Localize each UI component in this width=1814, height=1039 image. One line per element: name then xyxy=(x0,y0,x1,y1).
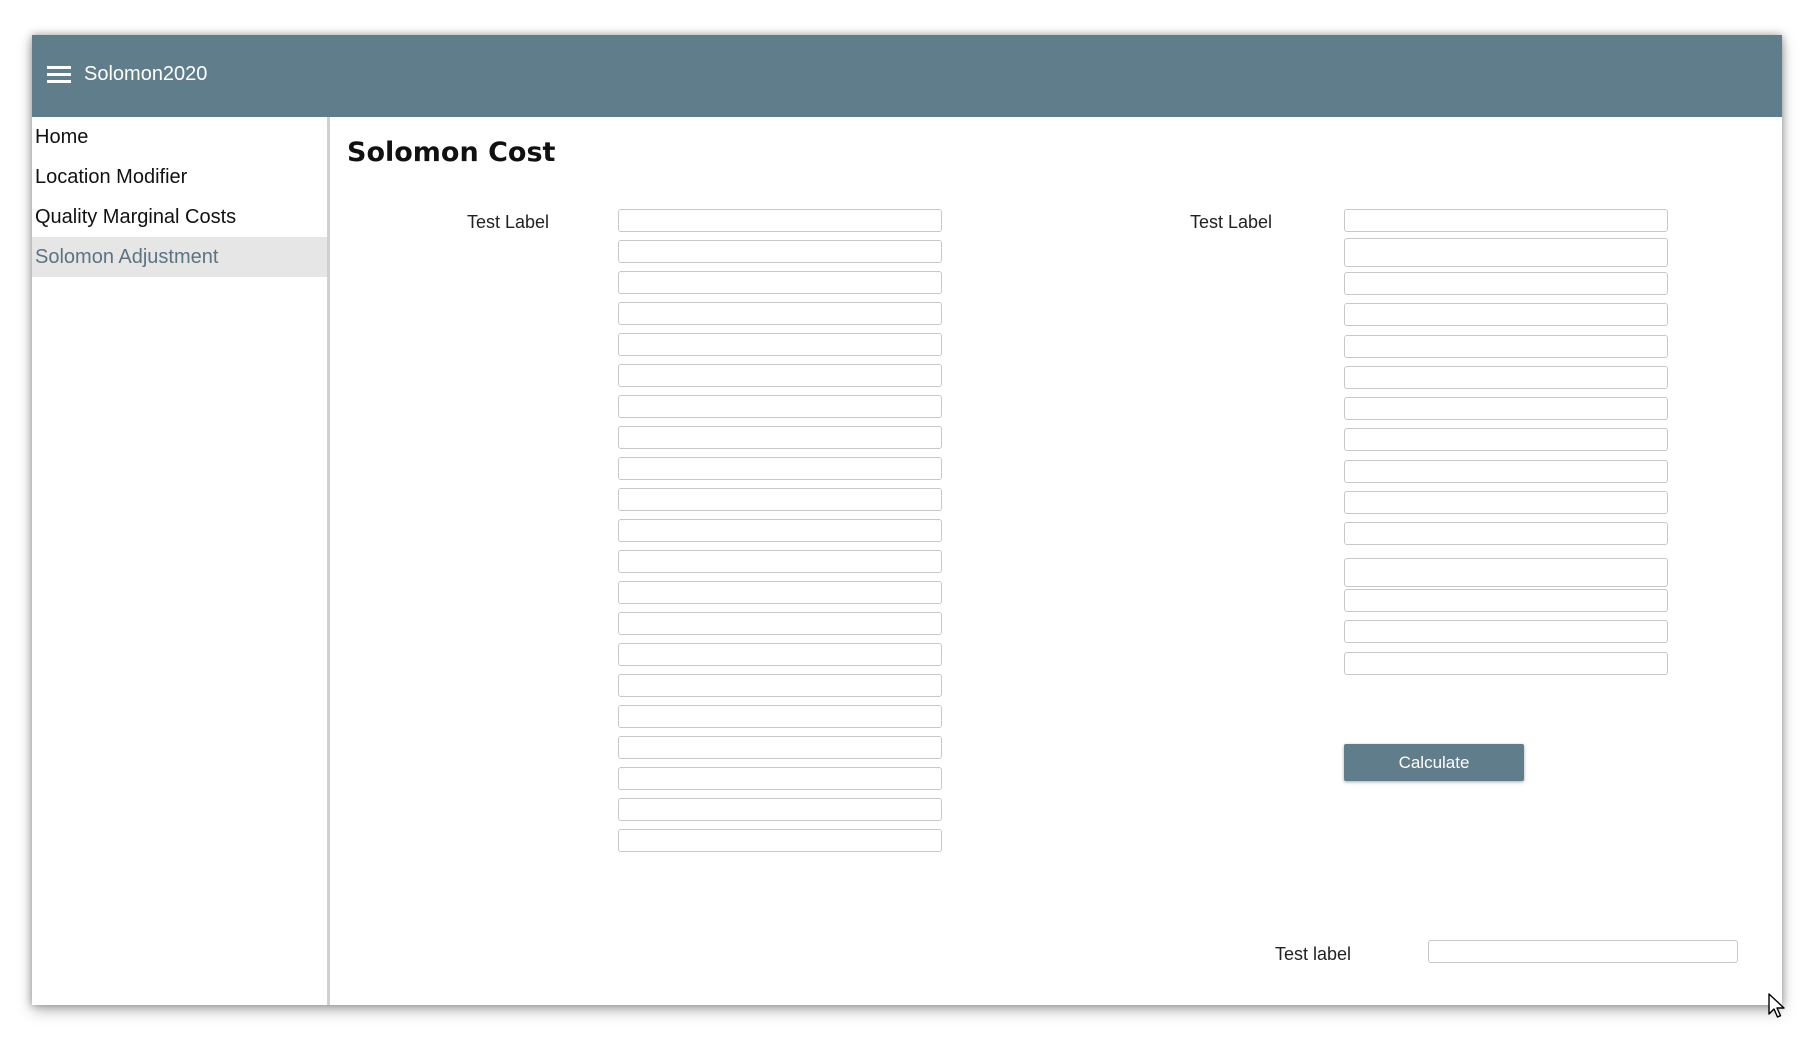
right-input-field[interactable] xyxy=(1344,558,1668,587)
left-input-field[interactable] xyxy=(618,798,942,821)
right-input-field[interactable] xyxy=(1344,335,1668,358)
left-input-field[interactable] xyxy=(618,240,942,263)
left-input-field[interactable] xyxy=(618,457,942,480)
calculate-button[interactable]: Calculate xyxy=(1344,744,1524,781)
right-input-field[interactable] xyxy=(1344,491,1668,514)
right-input-field[interactable] xyxy=(1344,589,1668,612)
right-input-field[interactable] xyxy=(1344,303,1668,326)
app-title: Solomon2020 xyxy=(84,63,208,85)
left-input-field[interactable] xyxy=(618,302,942,325)
main-content: Solomon Cost Test Label Test Label Calcu… xyxy=(330,117,1782,1005)
left-input-field[interactable] xyxy=(618,612,942,635)
app-window: Solomon2020 Home Location Modifier Quali… xyxy=(32,35,1782,1005)
left-input-field[interactable] xyxy=(618,829,942,852)
left-input-field[interactable] xyxy=(618,767,942,790)
left-input-field[interactable] xyxy=(618,426,942,449)
right-input-field[interactable] xyxy=(1344,238,1668,267)
left-input-field[interactable] xyxy=(618,271,942,294)
sidebar-item-quality-marginal-costs[interactable]: Quality Marginal Costs xyxy=(32,197,327,237)
left-input-field[interactable] xyxy=(618,333,942,356)
left-input-field[interactable] xyxy=(618,643,942,666)
left-input-field[interactable] xyxy=(618,736,942,759)
right-input-field[interactable] xyxy=(1344,620,1668,643)
left-input-field[interactable] xyxy=(618,674,942,697)
right-input-field[interactable] xyxy=(1344,460,1668,483)
mouse-cursor-icon xyxy=(1768,993,1785,1018)
page-title: Solomon Cost xyxy=(347,137,556,168)
left-input-field[interactable] xyxy=(618,488,942,511)
left-input-field[interactable] xyxy=(618,209,942,232)
right-input-field[interactable] xyxy=(1344,428,1668,451)
right-input-field[interactable] xyxy=(1344,272,1668,295)
sidebar-item-home[interactable]: Home xyxy=(32,117,327,157)
left-input-field[interactable] xyxy=(618,519,942,542)
left-group-label: Test Label xyxy=(467,212,550,232)
result-field[interactable] xyxy=(1428,940,1738,963)
hamburger-menu-icon[interactable] xyxy=(47,66,71,84)
right-input-field[interactable] xyxy=(1344,397,1668,420)
left-input-field[interactable] xyxy=(618,581,942,604)
left-input-field[interactable] xyxy=(618,705,942,728)
left-input-field[interactable] xyxy=(618,364,942,387)
sidebar-item-location-modifier[interactable]: Location Modifier xyxy=(32,157,327,197)
right-input-field[interactable] xyxy=(1344,209,1668,232)
right-input-field[interactable] xyxy=(1344,652,1668,675)
title-bar: Solomon2020 xyxy=(32,35,1782,117)
right-input-field[interactable] xyxy=(1344,366,1668,389)
result-label: Test label xyxy=(1275,944,1352,964)
right-input-field[interactable] xyxy=(1344,522,1668,545)
right-group-label: Test Label xyxy=(1190,212,1273,232)
sidebar-nav: Home Location Modifier Quality Marginal … xyxy=(32,117,330,1005)
left-input-field[interactable] xyxy=(618,550,942,573)
left-input-field[interactable] xyxy=(618,395,942,418)
sidebar-item-solomon-adjustment[interactable]: Solomon Adjustment xyxy=(32,237,327,277)
